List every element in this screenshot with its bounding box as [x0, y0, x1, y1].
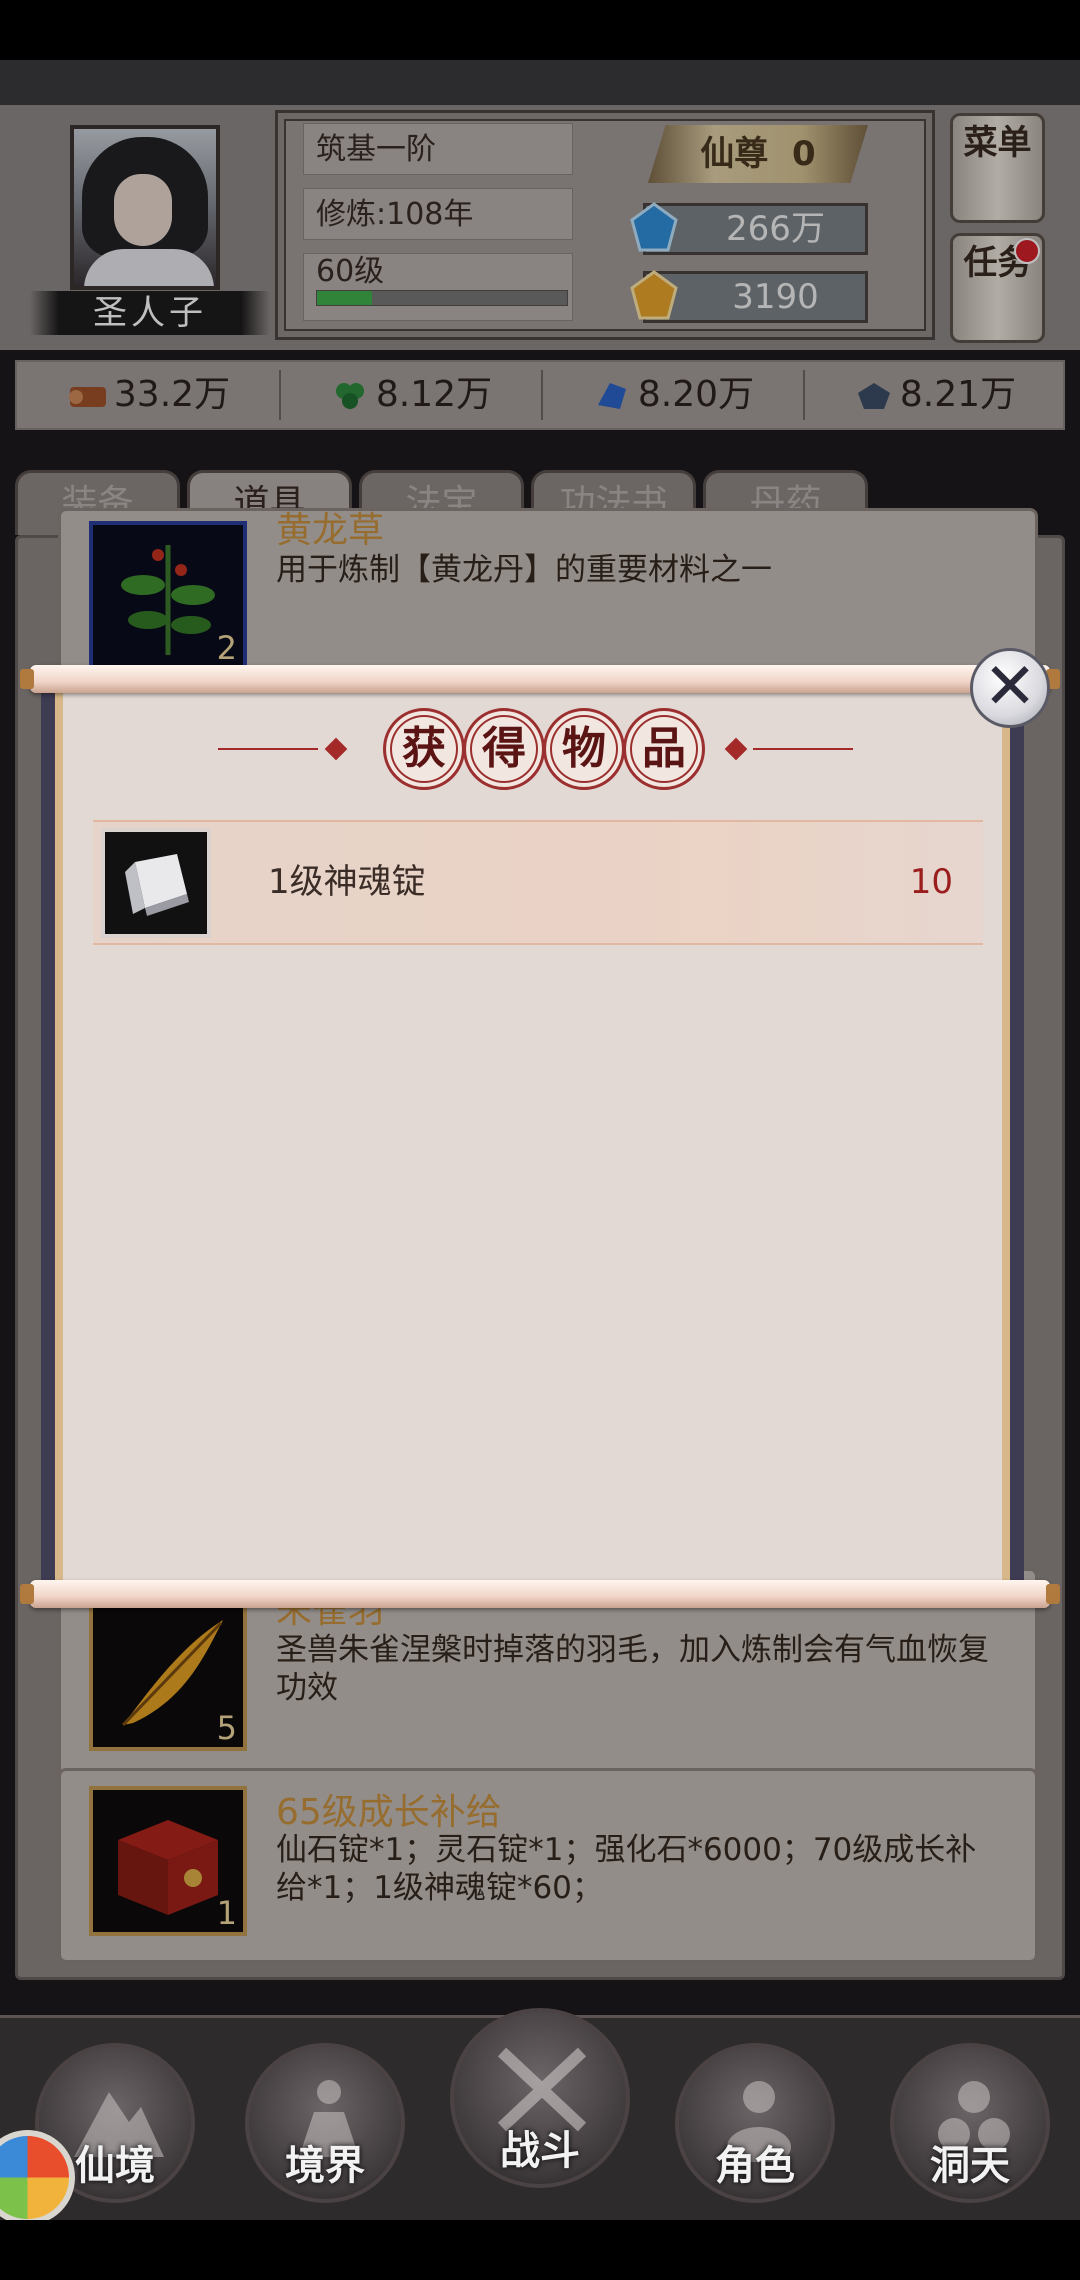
silver-ingot-icon	[125, 854, 189, 916]
close-icon[interactable]: ✕	[970, 648, 1050, 728]
title-char: 得	[463, 708, 545, 790]
nav-label: 洞天	[930, 2143, 1010, 2189]
dialog-title: 获 得 物 品	[63, 708, 1002, 790]
status-bar	[0, 0, 1080, 60]
nav-character[interactable]: 角色	[675, 2043, 835, 2203]
reward-item-name: 1级神魂锭	[268, 862, 426, 902]
nav-label: 战斗	[500, 2128, 580, 2174]
title-strip	[0, 60, 1080, 105]
system-nav-bar	[0, 2220, 1080, 2280]
reward-item-qty: 10	[909, 862, 953, 902]
nav-cave[interactable]: 洞天	[890, 2043, 1050, 2203]
reward-row[interactable]: 1级神魂锭 10	[93, 820, 983, 945]
nav-label: 角色	[715, 2143, 795, 2189]
nav-realm[interactable]: 境界	[245, 2043, 405, 2203]
title-char: 品	[623, 708, 705, 790]
title-char: 物	[543, 708, 625, 790]
scroll-rod-bottom	[20, 1580, 1060, 1608]
bottom-nav: 仙境 境界 战斗 角色 洞天	[0, 2008, 1080, 2223]
title-char: 获	[383, 708, 465, 790]
scroll-rod-top	[20, 665, 1060, 693]
reward-dialog: 获 得 物 品 1级神魂锭 10	[55, 670, 1010, 1585]
nav-battle[interactable]: 战斗	[450, 2008, 630, 2188]
nav-label: 境界	[285, 2143, 365, 2189]
reward-item-thumb	[101, 828, 211, 938]
